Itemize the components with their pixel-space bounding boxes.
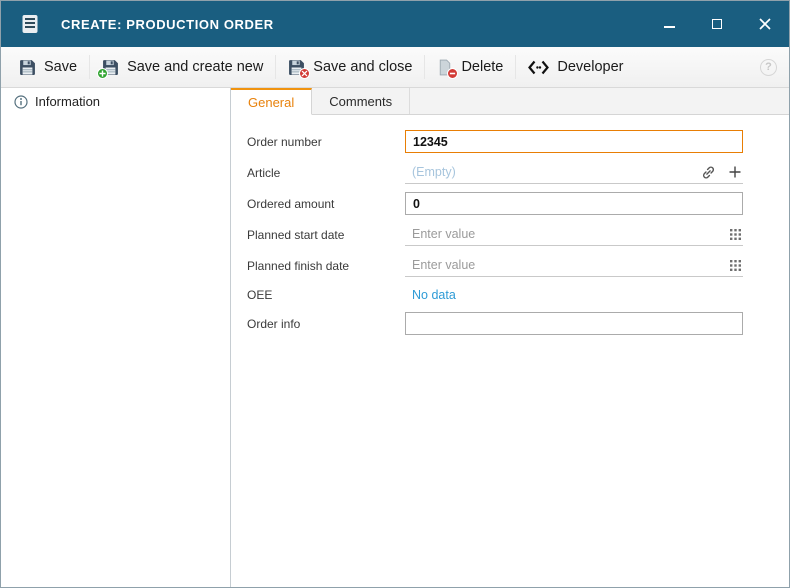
ordered-amount-label: Ordered amount (247, 197, 405, 211)
order-number-input[interactable] (405, 130, 743, 153)
link-icon[interactable] (701, 165, 716, 180)
save-and-close-icon (288, 59, 305, 76)
maximize-button[interactable] (693, 1, 741, 47)
order-info-label: Order info (247, 317, 405, 331)
tab-comments[interactable]: Comments (312, 88, 410, 114)
tab-information-label: Information (35, 94, 100, 109)
article-empty-value: (Empty) (405, 165, 701, 179)
close-button[interactable] (741, 1, 789, 47)
planned-finish-date-input[interactable] (405, 254, 730, 276)
help-label: ? (765, 61, 772, 73)
order-number-label: Order number (247, 135, 405, 149)
delete-button[interactable]: Delete (427, 54, 513, 81)
article-label: Article (247, 166, 405, 180)
save-and-create-new-button[interactable]: Save and create new (92, 54, 273, 81)
toolbar-separator (89, 55, 90, 79)
close-badge-icon (299, 68, 310, 79)
order-info-input[interactable] (405, 312, 743, 335)
date-picker-icon[interactable] (730, 229, 743, 240)
save-and-create-new-label: Save and create new (127, 59, 263, 75)
content: General Comments Order number Article (231, 88, 789, 587)
planned-start-date-label: Planned start date (247, 228, 405, 242)
field-row-planned-finish-date: Planned finish date (247, 250, 743, 281)
field-row-oee: OEE No data (247, 281, 743, 308)
tab-information[interactable]: Information (1, 88, 230, 115)
field-row-order-info: Order info (247, 308, 743, 339)
delete-button-label: Delete (461, 59, 503, 75)
oee-no-data-link[interactable]: No data (405, 288, 456, 302)
toolbar-separator (424, 55, 425, 79)
developer-button[interactable]: Developer (518, 54, 633, 80)
information-panel (1, 115, 230, 587)
planned-finish-date-label: Planned finish date (247, 259, 405, 273)
planned-start-date-input[interactable] (405, 223, 730, 245)
plus-badge-icon (97, 68, 108, 79)
developer-icon (528, 60, 549, 75)
maximize-icon (712, 19, 722, 29)
add-icon[interactable] (729, 166, 741, 178)
tab-general[interactable]: General (231, 88, 312, 115)
ordered-amount-input[interactable] (405, 192, 743, 215)
close-icon (759, 18, 771, 30)
app-icon (19, 13, 41, 35)
developer-button-label: Developer (557, 59, 623, 75)
date-picker-icon[interactable] (730, 260, 743, 271)
titlebar: CREATE: PRODUCTION ORDER (1, 1, 789, 47)
toolbar: Save Save and create new (1, 47, 789, 88)
window-title: CREATE: PRODUCTION ORDER (61, 17, 274, 32)
field-row-order-number: Order number (247, 126, 743, 157)
delete-icon (437, 59, 453, 76)
window-body: Information General Comments Order numbe… (1, 88, 789, 587)
save-and-create-new-icon (102, 59, 119, 76)
save-and-close-label: Save and close (313, 59, 412, 75)
tab-general-label: General (248, 95, 294, 110)
field-row-ordered-amount: Ordered amount (247, 188, 743, 219)
article-field[interactable]: (Empty) (405, 161, 743, 184)
sidebar: Information (1, 88, 231, 587)
field-row-article: Article (Empty) (247, 157, 743, 188)
save-icon (19, 59, 36, 76)
field-row-planned-start-date: Planned start date (247, 219, 743, 250)
toolbar-separator (275, 55, 276, 79)
help-icon[interactable]: ? (760, 59, 777, 76)
content-tabs: General Comments (231, 88, 789, 115)
window: CREATE: PRODUCTION ORDER (0, 0, 790, 588)
window-controls (645, 1, 789, 47)
production-order-form: Order number Article (Empty) (231, 115, 789, 587)
toolbar-separator (515, 55, 516, 79)
minimize-icon (664, 26, 675, 28)
sidebar-tabs: Information (1, 88, 230, 115)
oee-label: OEE (247, 288, 405, 302)
save-button[interactable]: Save (9, 54, 87, 81)
tab-comments-label: Comments (329, 94, 392, 109)
minimize-button[interactable] (645, 1, 693, 47)
info-icon (14, 95, 28, 109)
save-and-close-button[interactable]: Save and close (278, 54, 422, 81)
save-button-label: Save (44, 59, 77, 75)
delete-badge-icon (447, 68, 458, 79)
